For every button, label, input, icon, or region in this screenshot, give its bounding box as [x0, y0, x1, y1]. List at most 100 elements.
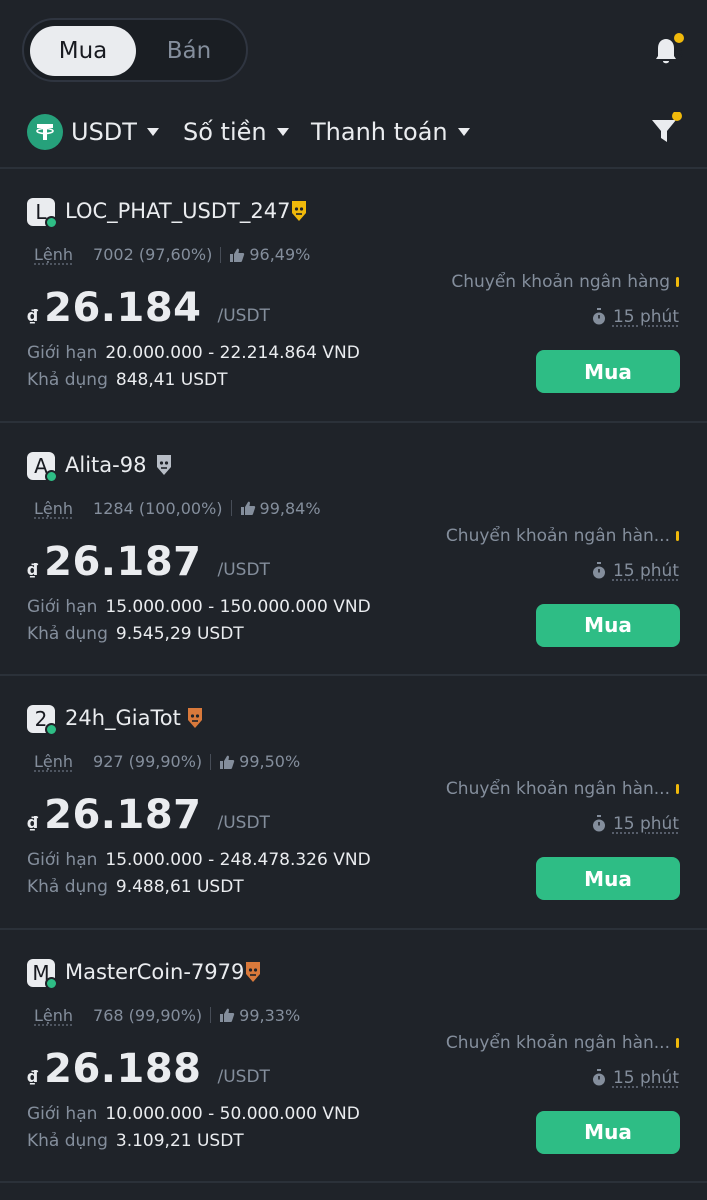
payment-method-label: Chuyển khoản ngân hàn... — [445, 1032, 670, 1053]
buy-button[interactable]: Mua — [536, 1110, 680, 1154]
positive-rating: 99,50% — [239, 752, 301, 771]
asset-filter[interactable]: USDT — [27, 112, 159, 152]
payment-time: 15 phút — [591, 561, 679, 581]
orders-count: 7002 (97,60%) — [93, 245, 213, 264]
orders-label: Lệnh — [34, 752, 74, 771]
thumbs-up-icon — [240, 501, 255, 515]
merchant-name[interactable]: 24h_GiaTot — [65, 706, 181, 730]
divider — [0, 1181, 707, 1183]
limit-row: Giới hạn 10.000.000 - 50.000.000 VND — [27, 1104, 360, 1124]
price-unit: /USDT — [217, 306, 270, 326]
payment-filter[interactable]: Thanh toán — [311, 112, 470, 152]
merchant-badge-icon — [246, 961, 260, 982]
payment-method-label: Chuyển khoản ngân hàn... — [445, 779, 670, 799]
filter-funnel-icon[interactable] — [648, 112, 684, 148]
orders-count: 927 (99,90%) — [93, 752, 203, 771]
price: 26.188 — [44, 1045, 202, 1092]
online-status-dot — [45, 723, 58, 736]
payment-time: 15 phút — [591, 307, 679, 327]
currency-symbol: ₫ — [27, 559, 39, 579]
merchant-name[interactable]: Alita-98 — [65, 453, 146, 477]
offer-card: M MasterCoin-7979 Lệnh 768 (99,90%) 99,3… — [0, 930, 707, 1183]
limit-value: 15.000.000 - 150.000.000 VND — [105, 596, 371, 617]
merchant-stats: Lệnh 927 (99,90%) 99,50% — [34, 752, 300, 771]
chevron-down-icon — [457, 128, 470, 136]
online-status-dot — [45, 976, 58, 990]
payment-color-bar — [676, 784, 679, 794]
available-row: Khả dụng 848,41 USDT — [27, 370, 227, 390]
currency-symbol: ₫ — [27, 1066, 39, 1086]
limit-label: Giới hạn — [27, 850, 98, 870]
limit-value: 15.000.000 - 248.478.326 VND — [105, 850, 371, 870]
price-row: ₫ 26.187 /USDT — [27, 539, 270, 585]
stats-separator — [210, 753, 212, 770]
available-row: Khả dụng 9.488,61 USDT — [27, 877, 244, 897]
tab-buy[interactable]: Mua — [30, 26, 136, 76]
available-value: 848,41 USDT — [115, 370, 228, 390]
limit-label: Giới hạn — [27, 1103, 98, 1124]
tab-sell[interactable]: Bán — [136, 26, 242, 76]
price: 26.184 — [44, 285, 202, 331]
positive-rating: 96,49% — [249, 245, 311, 264]
chevron-down-icon — [276, 128, 289, 136]
limit-row: Giới hạn 15.000.000 - 248.478.326 VND — [27, 850, 371, 870]
stopwatch-icon — [592, 561, 605, 578]
payment-filter-label: Thanh toán — [311, 118, 448, 146]
limit-value: 10.000.000 - 50.000.000 VND — [105, 1103, 360, 1124]
limit-row: Giới hạn 15.000.000 - 150.000.000 VND — [27, 597, 371, 617]
thumbs-up-icon — [230, 248, 245, 262]
available-value: 9.545,29 USDT — [115, 623, 244, 644]
payment-time-label: 15 phút — [612, 307, 679, 327]
payment-method-label: Chuyển khoản ngân hàng — [451, 272, 670, 292]
buy-button[interactable]: Mua — [536, 603, 680, 647]
buy-button[interactable]: Mua — [536, 350, 680, 393]
stopwatch-icon — [592, 815, 605, 832]
positive-rating: 99,84% — [259, 498, 321, 518]
payment-time-label: 15 phút — [612, 560, 679, 581]
merchant-name[interactable]: MasterCoin-7979 — [65, 960, 244, 984]
amount-filter[interactable]: Số tiền — [183, 112, 289, 152]
available-value: 3.109,21 USDT — [115, 1130, 244, 1151]
payment-color-bar — [676, 277, 679, 287]
currency-symbol: ₫ — [27, 306, 39, 325]
available-row: Khả dụng 9.545,29 USDT — [27, 624, 244, 644]
payment-time: 15 phút — [591, 814, 679, 834]
orders-label: Lệnh — [34, 498, 74, 518]
available-label: Khả dụng — [27, 623, 108, 644]
price: 26.187 — [44, 538, 202, 585]
payment-color-bar — [676, 1037, 679, 1048]
stats-separator — [210, 1007, 212, 1023]
payment-time: 15 phút — [591, 1068, 679, 1088]
merchant-name[interactable]: LOC_PHAT_USDT_247 — [65, 199, 290, 223]
stats-separator — [220, 246, 222, 263]
limit-value: 20.000.000 - 22.214.864 VND — [105, 343, 360, 363]
notification-bell-icon[interactable]: $ — [648, 30, 688, 70]
orders-count: 1284 (100,00%) — [93, 498, 223, 518]
payment-color-bar — [676, 530, 679, 541]
price-unit: /USDT — [217, 1066, 270, 1087]
buy-button[interactable]: Mua — [536, 857, 680, 900]
positive-rating: 99,33% — [239, 1005, 301, 1025]
merchant-badge-icon — [292, 201, 306, 221]
offer-card: A Alita-98 Lệnh 1284 (100,00%) 99,84% ₫ … — [0, 423, 707, 676]
limit-row: Giới hạn 20.000.000 - 22.214.864 VND — [27, 343, 360, 363]
merchant-stats: Lệnh 7002 (97,60%) 96,49% — [34, 245, 310, 264]
price-row: ₫ 26.187 /USDT — [27, 792, 270, 838]
payment-method: Chuyển khoản ngân hàn... — [446, 1033, 679, 1053]
available-label: Khả dụng — [27, 877, 108, 897]
merchant-badge-icon — [157, 454, 171, 475]
online-status-dot — [45, 216, 58, 229]
available-label: Khả dụng — [27, 370, 108, 390]
tether-icon — [27, 114, 63, 150]
payment-method: Chuyển khoản ngân hàng — [451, 272, 679, 292]
price: 26.187 — [44, 792, 202, 838]
merchant-stats: Lệnh 1284 (100,00%) 99,84% — [34, 499, 321, 518]
available-value: 9.488,61 USDT — [115, 877, 244, 897]
orders-label: Lệnh — [34, 245, 74, 264]
payment-method: Chuyển khoản ngân hàn... — [446, 526, 679, 546]
price-row: ₫ 26.188 /USDT — [27, 1046, 270, 1092]
thumbs-up-icon — [220, 755, 235, 769]
amount-filter-label: Số tiền — [183, 118, 267, 146]
price-unit: /USDT — [217, 559, 270, 580]
limit-label: Giới hạn — [27, 343, 98, 363]
